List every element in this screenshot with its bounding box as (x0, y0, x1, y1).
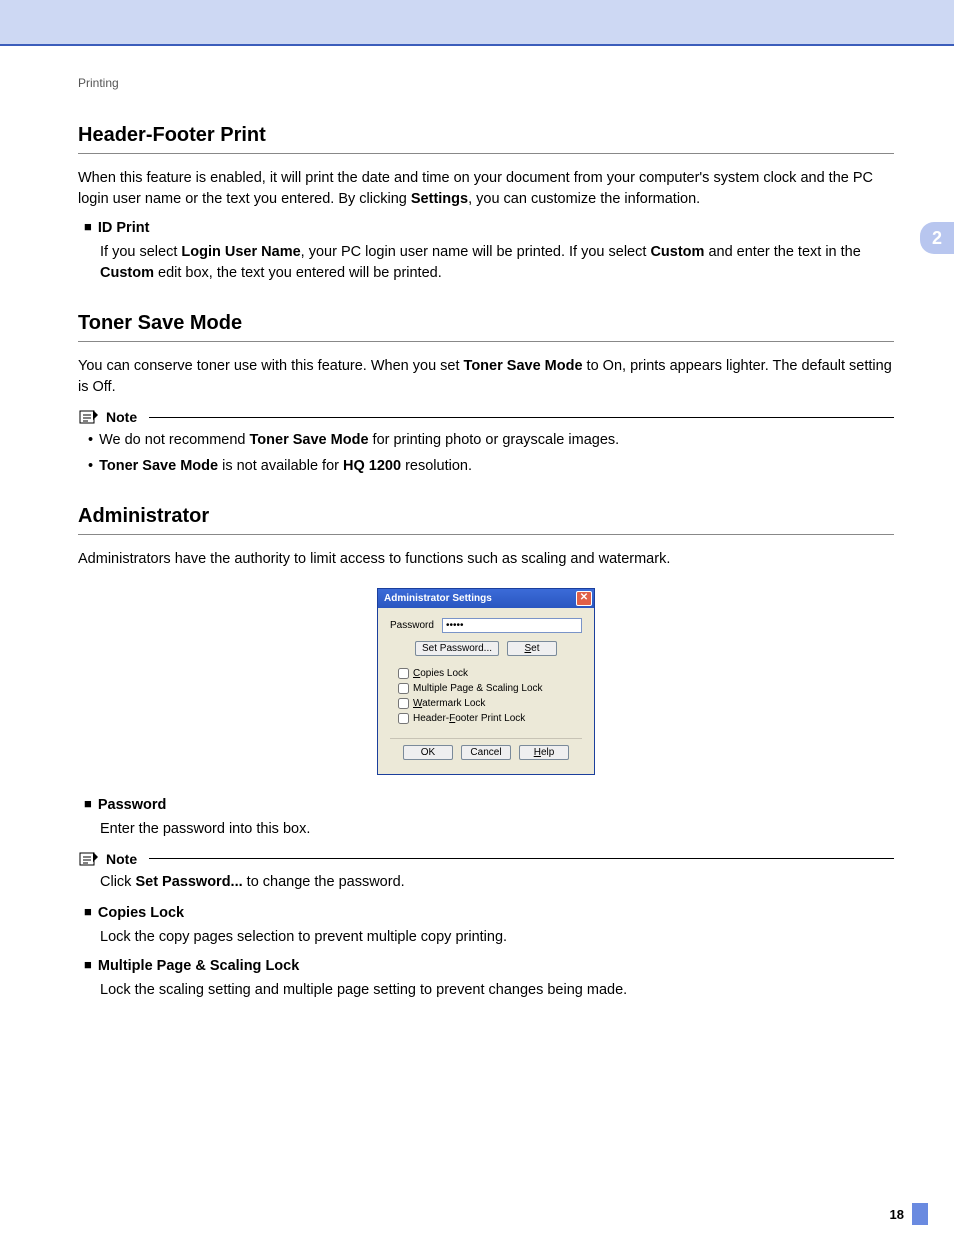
footer-tab (912, 1203, 928, 1225)
mps-lock-desc: Lock the scaling setting and multiple pa… (100, 980, 894, 1001)
section-rule (78, 153, 894, 154)
section-body-header-footer: When this feature is enabled, it will pr… (78, 168, 894, 210)
section-title-administrator: Administrator (78, 505, 894, 528)
page-footer: 18 (890, 1203, 928, 1225)
checkbox-row-watermark-lock[interactable]: Watermark Lock (398, 698, 582, 709)
bullet-password: ■Password (84, 797, 894, 813)
bullet-id-print: ■ID Print (84, 220, 894, 236)
cancel-button[interactable]: Cancel (461, 745, 511, 760)
set-button[interactable]: Set (507, 641, 557, 656)
copies-lock-checkbox[interactable] (398, 668, 409, 679)
password-desc: Enter the password into this box. (100, 819, 894, 840)
password-label: Password (390, 620, 434, 631)
note-heading: Note (78, 408, 894, 426)
note-item: •We do not recommend Toner Save Mode for… (88, 430, 894, 450)
pencil-note-icon (78, 850, 100, 868)
note-set-password: Click Set Password... to change the pass… (100, 872, 894, 893)
checkbox-row-copies-lock[interactable]: Copies Lock (398, 668, 582, 679)
watermark-lock-checkbox[interactable] (398, 698, 409, 709)
dialog-titlebar[interactable]: Administrator Settings ✕ (378, 589, 594, 608)
mps-lock-checkbox[interactable] (398, 683, 409, 694)
section-title-toner-save: Toner Save Mode (78, 312, 894, 335)
close-icon[interactable]: ✕ (576, 591, 592, 606)
headerfooter-lock-checkbox[interactable] (398, 713, 409, 724)
checkbox-row-headerfooter-lock[interactable]: Header-Footer Print Lock (398, 713, 582, 724)
bullet-mps-lock: ■Multiple Page & Scaling Lock (84, 958, 894, 974)
ok-button[interactable]: OK (403, 745, 453, 760)
set-password-button[interactable]: Set Password... (415, 641, 499, 656)
checkbox-row-mps-lock[interactable]: Multiple Page & Scaling Lock (398, 683, 582, 694)
copies-lock-desc: Lock the copy pages selection to prevent… (100, 927, 894, 948)
section-rule (78, 341, 894, 342)
header-band (0, 0, 954, 44)
help-button[interactable]: Help (519, 745, 569, 760)
breadcrumb: Printing (78, 76, 894, 90)
section-body-toner-save: You can conserve toner use with this fea… (78, 356, 894, 398)
section-title-header-footer: Header-Footer Print (78, 124, 894, 147)
pencil-note-icon (78, 408, 100, 426)
page-number: 18 (890, 1207, 904, 1222)
dialog-title: Administrator Settings (384, 593, 492, 604)
password-input[interactable] (442, 618, 582, 633)
section-body-administrator: Administrators have the authority to lim… (78, 549, 894, 570)
bullet-copies-lock: ■Copies Lock (84, 905, 894, 921)
section-rule (78, 534, 894, 535)
note-heading: Note (78, 850, 894, 868)
id-print-desc: If you select Login User Name, your PC l… (100, 242, 894, 284)
administrator-settings-dialog: Administrator Settings ✕ Password Set Pa… (377, 588, 595, 775)
note-item: •Toner Save Mode is not available for HQ… (88, 456, 894, 476)
